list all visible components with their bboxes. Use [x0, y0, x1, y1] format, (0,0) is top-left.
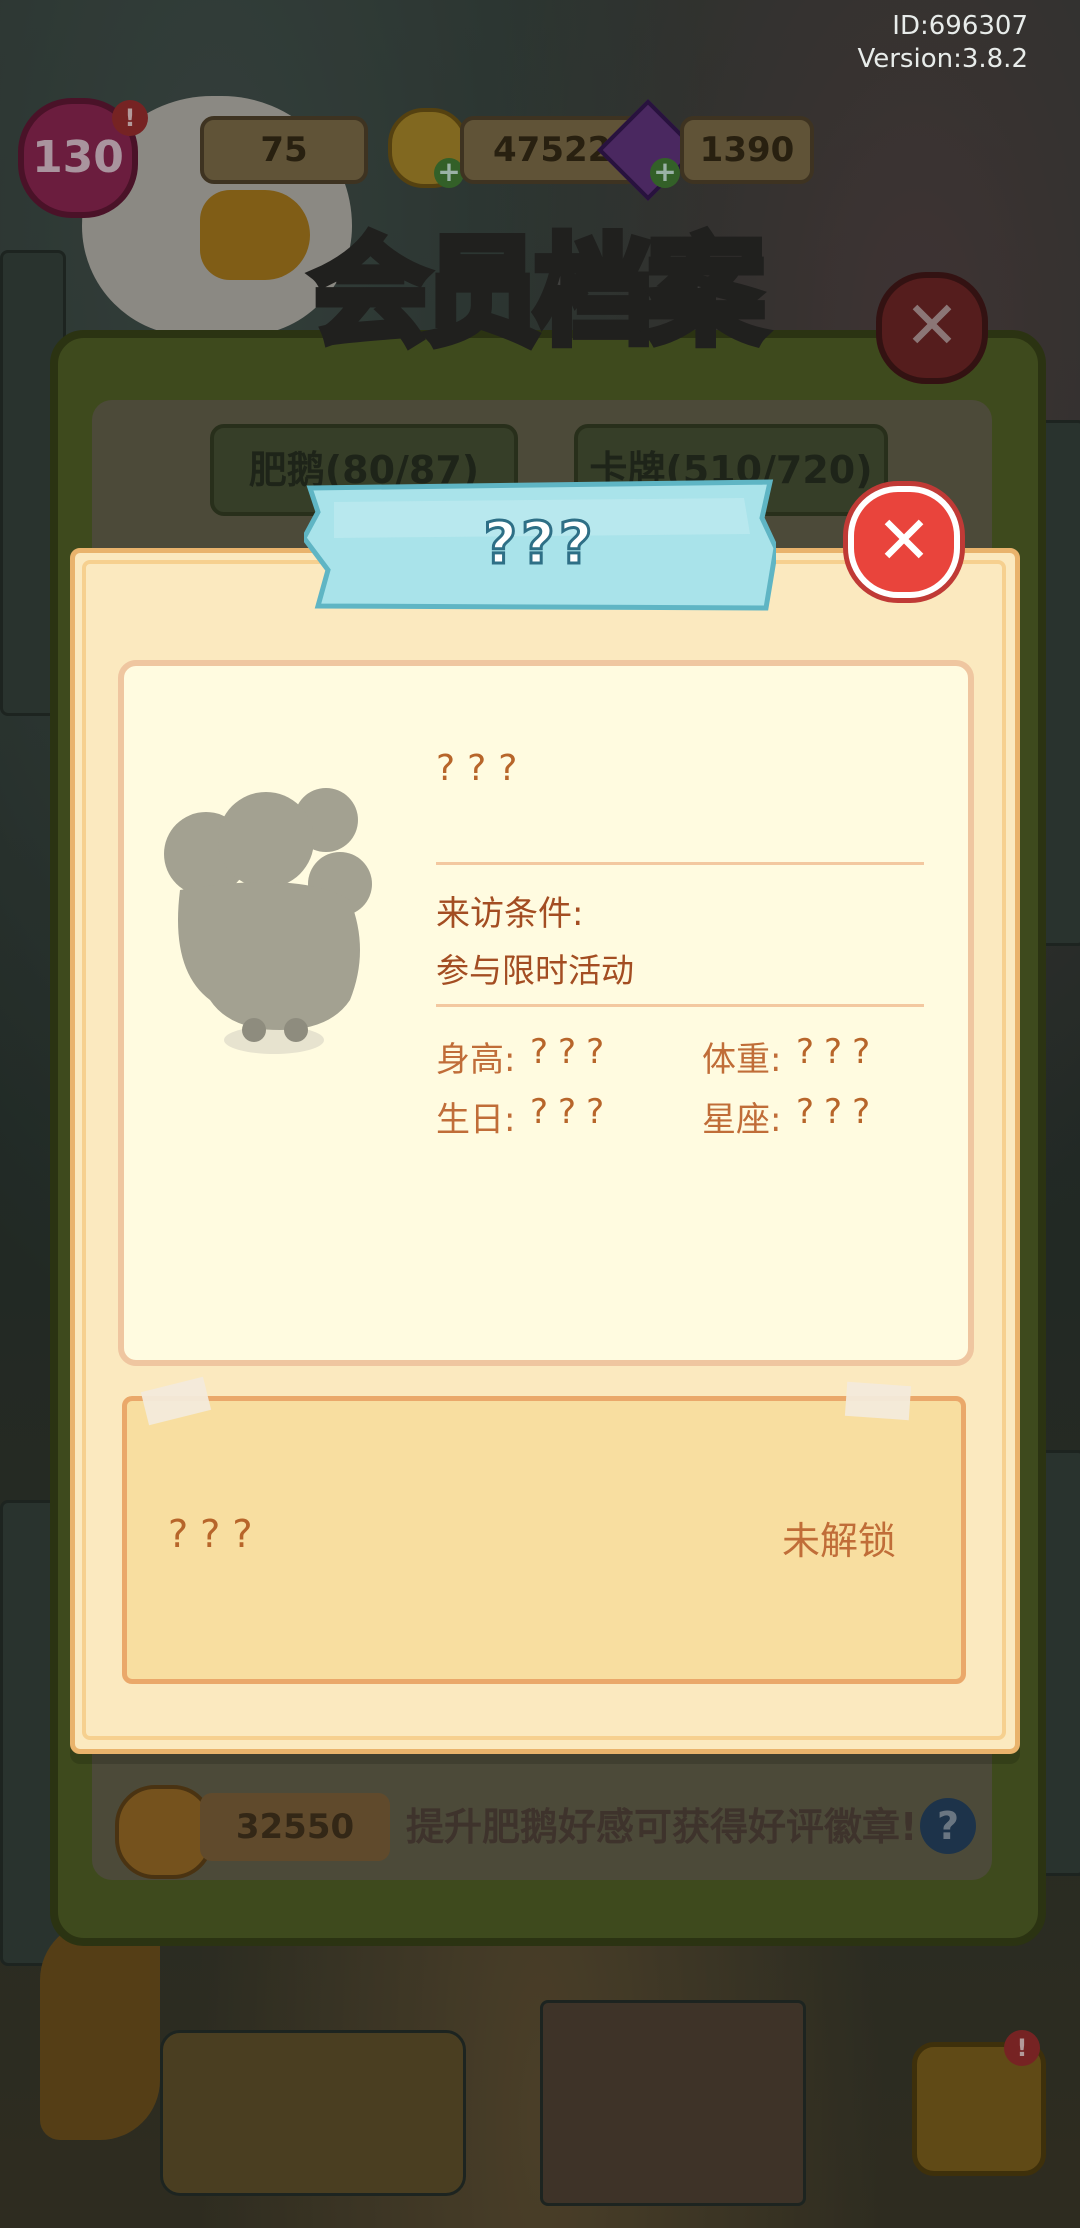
height-label: 身高: — [436, 1040, 516, 1080]
zodiac-value: ??? — [796, 1092, 881, 1132]
weight-value: ??? — [796, 1032, 881, 1072]
divider — [436, 862, 924, 865]
zodiac-label: 星座: — [702, 1100, 782, 1140]
close-button[interactable]: ✕ — [848, 486, 960, 598]
lock-status: 未解锁 — [782, 1519, 897, 1563]
card-title: ??? — [482, 508, 597, 579]
height-value: ??? — [530, 1032, 615, 1072]
character-silhouette-icon — [164, 788, 372, 1054]
visit-condition-label: 来访条件: — [436, 894, 584, 934]
tape-decoration — [844, 1381, 912, 1421]
weight-label: 体重: — [702, 1040, 782, 1080]
divider — [436, 1004, 924, 1007]
user-id: ID:696307 — [892, 11, 1028, 41]
visit-condition-value: 参与限时活动 — [436, 951, 634, 990]
birthday-label: 生日: — [436, 1100, 516, 1140]
birthday-value: ??? — [530, 1092, 615, 1132]
app-version: Version:3.8.2 — [857, 44, 1028, 74]
build-info: ID:696307 Version:3.8.2 — [857, 10, 1028, 76]
locked-item-name: ??? — [168, 1512, 265, 1556]
character-name: ??? — [436, 748, 530, 789]
